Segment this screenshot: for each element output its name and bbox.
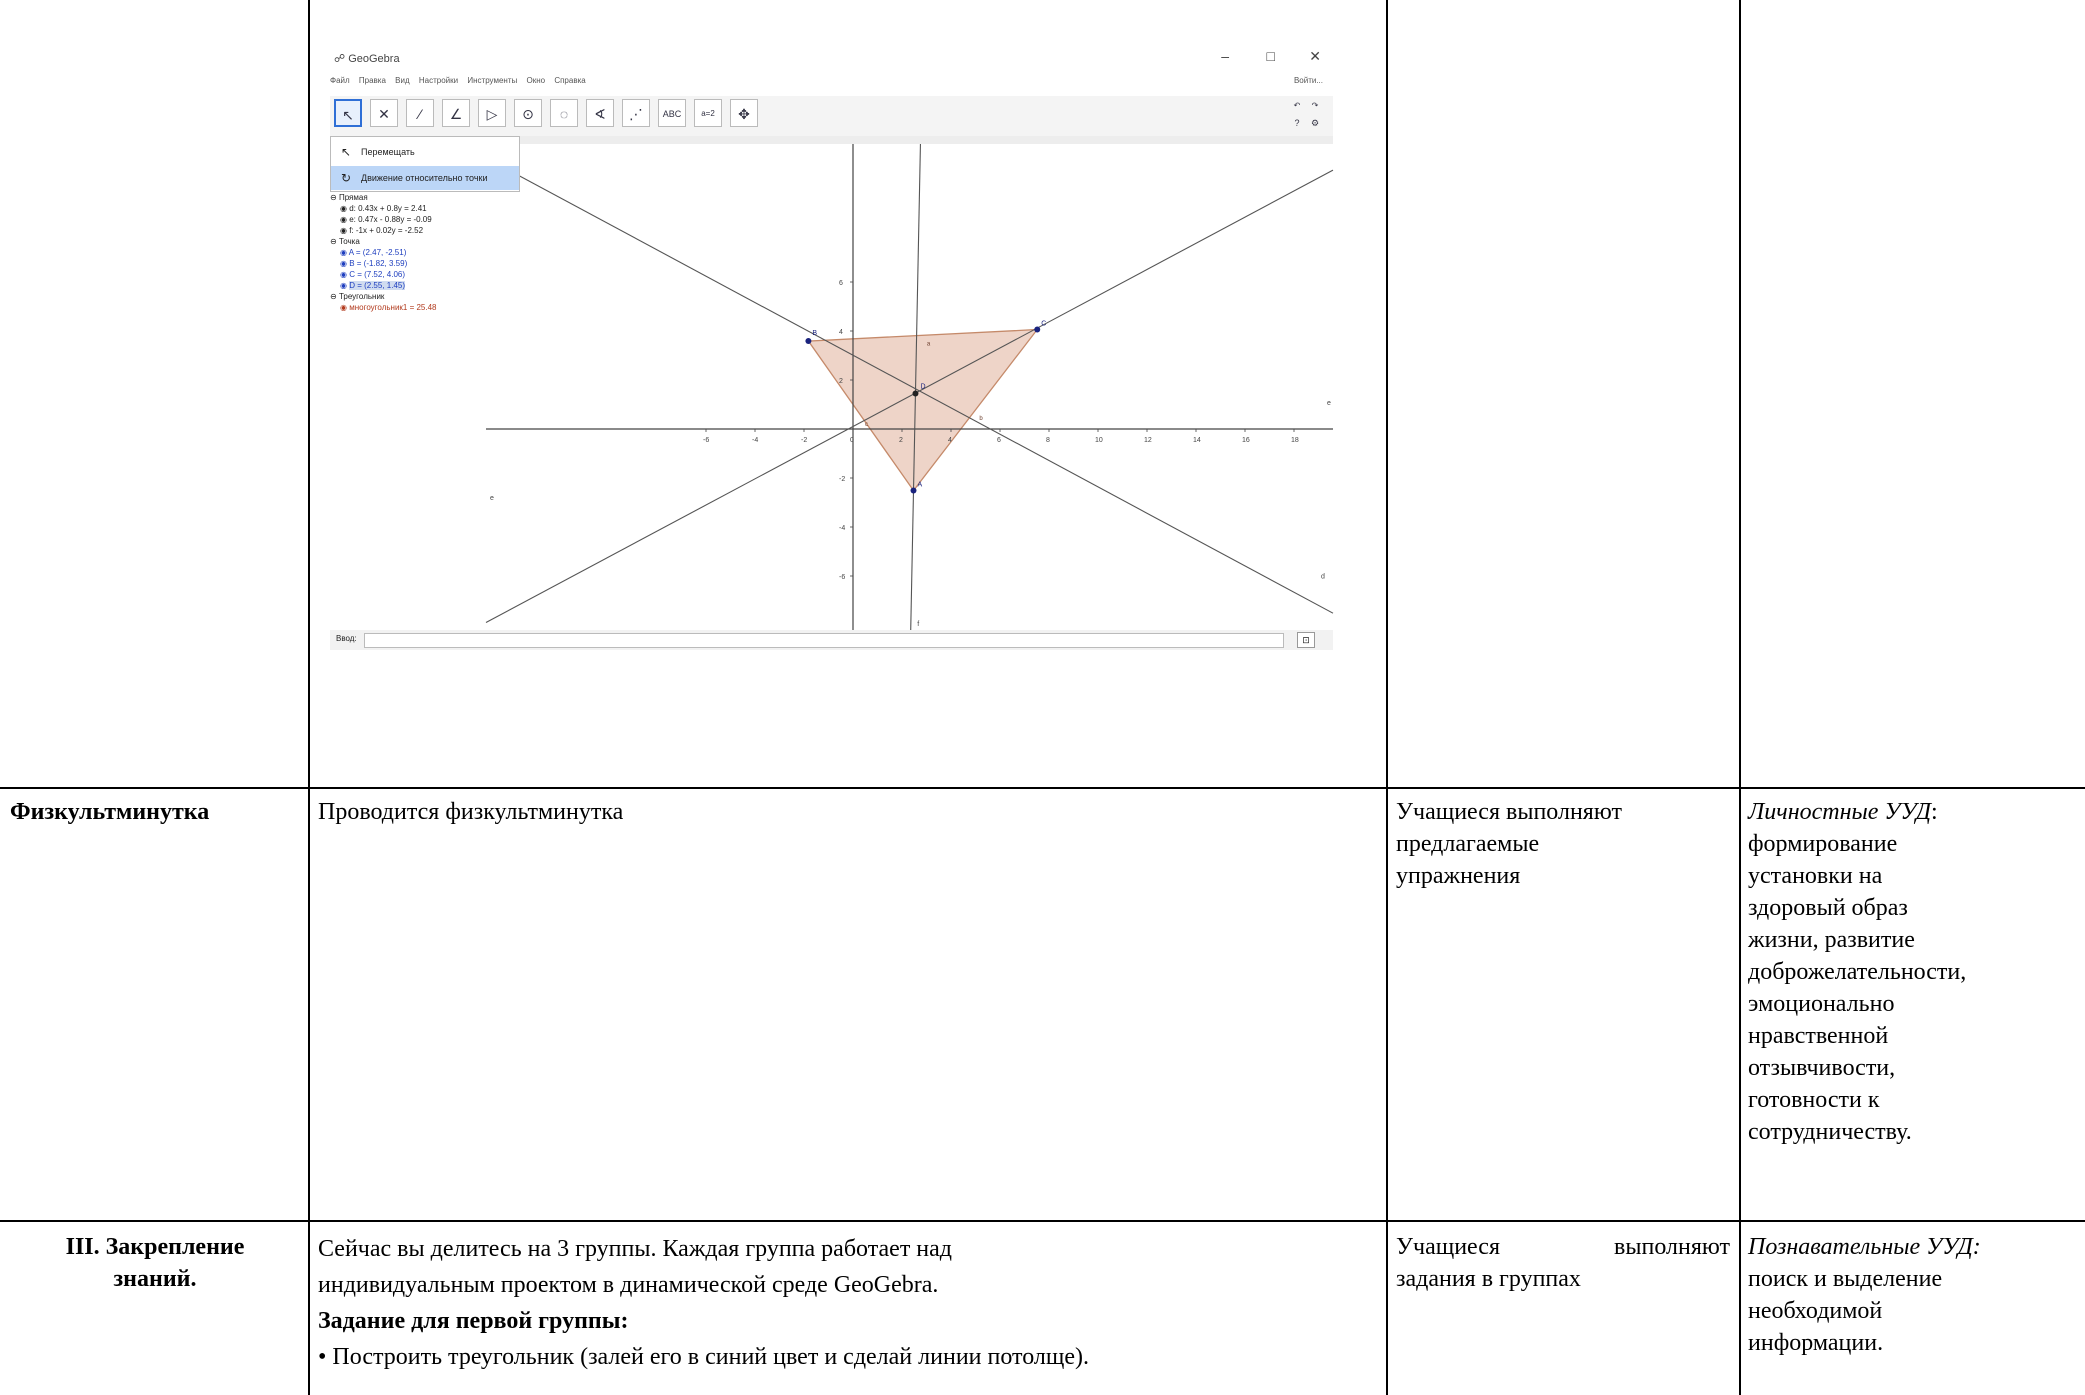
y-tick-label: -2 <box>839 476 845 483</box>
algebra-item[interactable]: ◉ многоугольник1 = 25.48 <box>330 302 485 313</box>
algebra-group-lines[interactable]: ⊖ Прямая <box>330 192 485 203</box>
x-tick-label: 16 <box>1242 437 1250 444</box>
cursor-icon: ↖ <box>341 145 352 159</box>
task-bullet: • Построить треугольник (залей его в син… <box>318 1344 1089 1370</box>
input-help-button[interactable]: ⊡ <box>1297 632 1315 648</box>
point-A[interactable] <box>910 487 917 494</box>
point-C[interactable] <box>1034 326 1041 333</box>
point-label-B: B <box>812 330 817 337</box>
x-tick-label: 18 <box>1291 437 1299 444</box>
algebra-item-selected[interactable]: ◉ D = (2.55, 1.45) <box>330 280 485 291</box>
point-label-C: C <box>1041 321 1046 328</box>
y-tick-label: 2 <box>839 378 843 385</box>
algebra-item[interactable]: ◉ d: 0.43x + 0.8y = 2.41 <box>330 203 485 214</box>
y-tick-label: 6 <box>839 280 843 287</box>
x-tick-label: 4 <box>948 437 952 444</box>
line-label-e-left: e <box>490 495 494 502</box>
algebra-group-triangles[interactable]: ⊖ Треугольник <box>330 291 485 302</box>
task-header: Задание для первой группы: <box>318 1308 629 1334</box>
point-label-D: D <box>920 383 925 390</box>
side-label-c: c <box>865 422 868 428</box>
y-tick-label: -6 <box>839 574 845 581</box>
line-d[interactable] <box>485 157 1334 614</box>
x-tick-label: 8 <box>1046 437 1050 444</box>
x-tick-label: 12 <box>1144 437 1152 444</box>
move-tool-submenu: ↖ Перемещать ↻ Движение относительно точки <box>330 136 520 192</box>
side-label-b: b <box>979 416 983 422</box>
algebra-item[interactable]: ◉ f: -1x + 0.02y = -2.52 <box>330 225 485 236</box>
line-label-f: f <box>917 621 919 628</box>
algebra-group-points[interactable]: ⊖ Точка <box>330 236 485 247</box>
students-cell-warmup: Учащиеся выполняют предлагаемые упражнен… <box>1396 799 1622 889</box>
table-border-mid-col <box>1386 0 1388 1395</box>
algebra-item[interactable]: ◉ B = (-1.82, 3.59) <box>330 258 485 269</box>
row-divider-1 <box>0 787 2085 789</box>
x-tick-label: 2 <box>899 437 903 444</box>
teacher-cell-consolidation: Сейчас вы делитесь на 3 группы. Каждая г… <box>318 1231 1378 1375</box>
input-bar: Ввод: ⊡ <box>330 630 1333 650</box>
stage-cell-warmup: Физкультминутка <box>10 799 210 825</box>
x-tick-label: 0 <box>850 437 854 444</box>
algebra-item[interactable]: ◉ e: 0.47x - 0.88y = -0.09 <box>330 214 485 225</box>
point-D[interactable] <box>912 390 919 397</box>
point-B[interactable] <box>805 338 812 345</box>
y-tick-label: -4 <box>839 525 845 532</box>
table-border-right-col <box>1739 0 1741 1395</box>
x-tick-label: 10 <box>1095 437 1103 444</box>
x-tick-label: -2 <box>801 437 807 444</box>
line-label-d: d <box>1321 573 1325 580</box>
teacher-cell-warmup: Проводится физкультминутка <box>318 799 624 825</box>
table-border-left-col <box>308 0 310 1395</box>
students-cell-consolidation: Учащиеся выполняют задания в группах <box>1396 1234 1730 1292</box>
line-label-e: e <box>1327 400 1331 407</box>
stage-cell-consolidation: III. Закрепление знаний. <box>65 1234 245 1292</box>
line-e[interactable] <box>485 169 1334 623</box>
triangle-polygon[interactable] <box>807 328 1039 492</box>
algebra-view: ⊖ Прямая ◉ d: 0.43x + 0.8y = 2.41 ◉ e: 0… <box>330 192 485 632</box>
input-field[interactable] <box>364 633 1284 648</box>
x-tick-label: 6 <box>997 437 1001 444</box>
algebra-item[interactable]: ◉ C = (7.52, 4.06) <box>330 269 485 280</box>
x-tick-label: 14 <box>1193 437 1201 444</box>
algebra-item[interactable]: ◉ A = (2.47, -2.51) <box>330 247 485 258</box>
cursor-rotate-icon: ↻ <box>341 171 352 185</box>
point-label-A: A <box>918 481 923 488</box>
submenu-item-move-around-point[interactable]: ↻ Движение относительно точки <box>331 166 519 190</box>
uud-cell-consolidation: Познавательные УУД: поиск и выделение не… <box>1748 1234 1981 1356</box>
x-tick-label: -4 <box>752 437 758 444</box>
y-tick-label: 4 <box>839 329 843 336</box>
input-label: Ввод: <box>336 634 357 643</box>
row-divider-2 <box>0 1220 2085 1222</box>
geogebra-screenshot: ☍ GeoGebra – □ ✕ Файл Правка Вид Настрой… <box>326 42 1337 652</box>
x-tick-label: -6 <box>703 437 709 444</box>
submenu-item-move[interactable]: ↖ Перемещать <box>331 140 519 164</box>
uud-cell-warmup: Личностные УУД: формирование установки н… <box>1748 799 1967 1145</box>
